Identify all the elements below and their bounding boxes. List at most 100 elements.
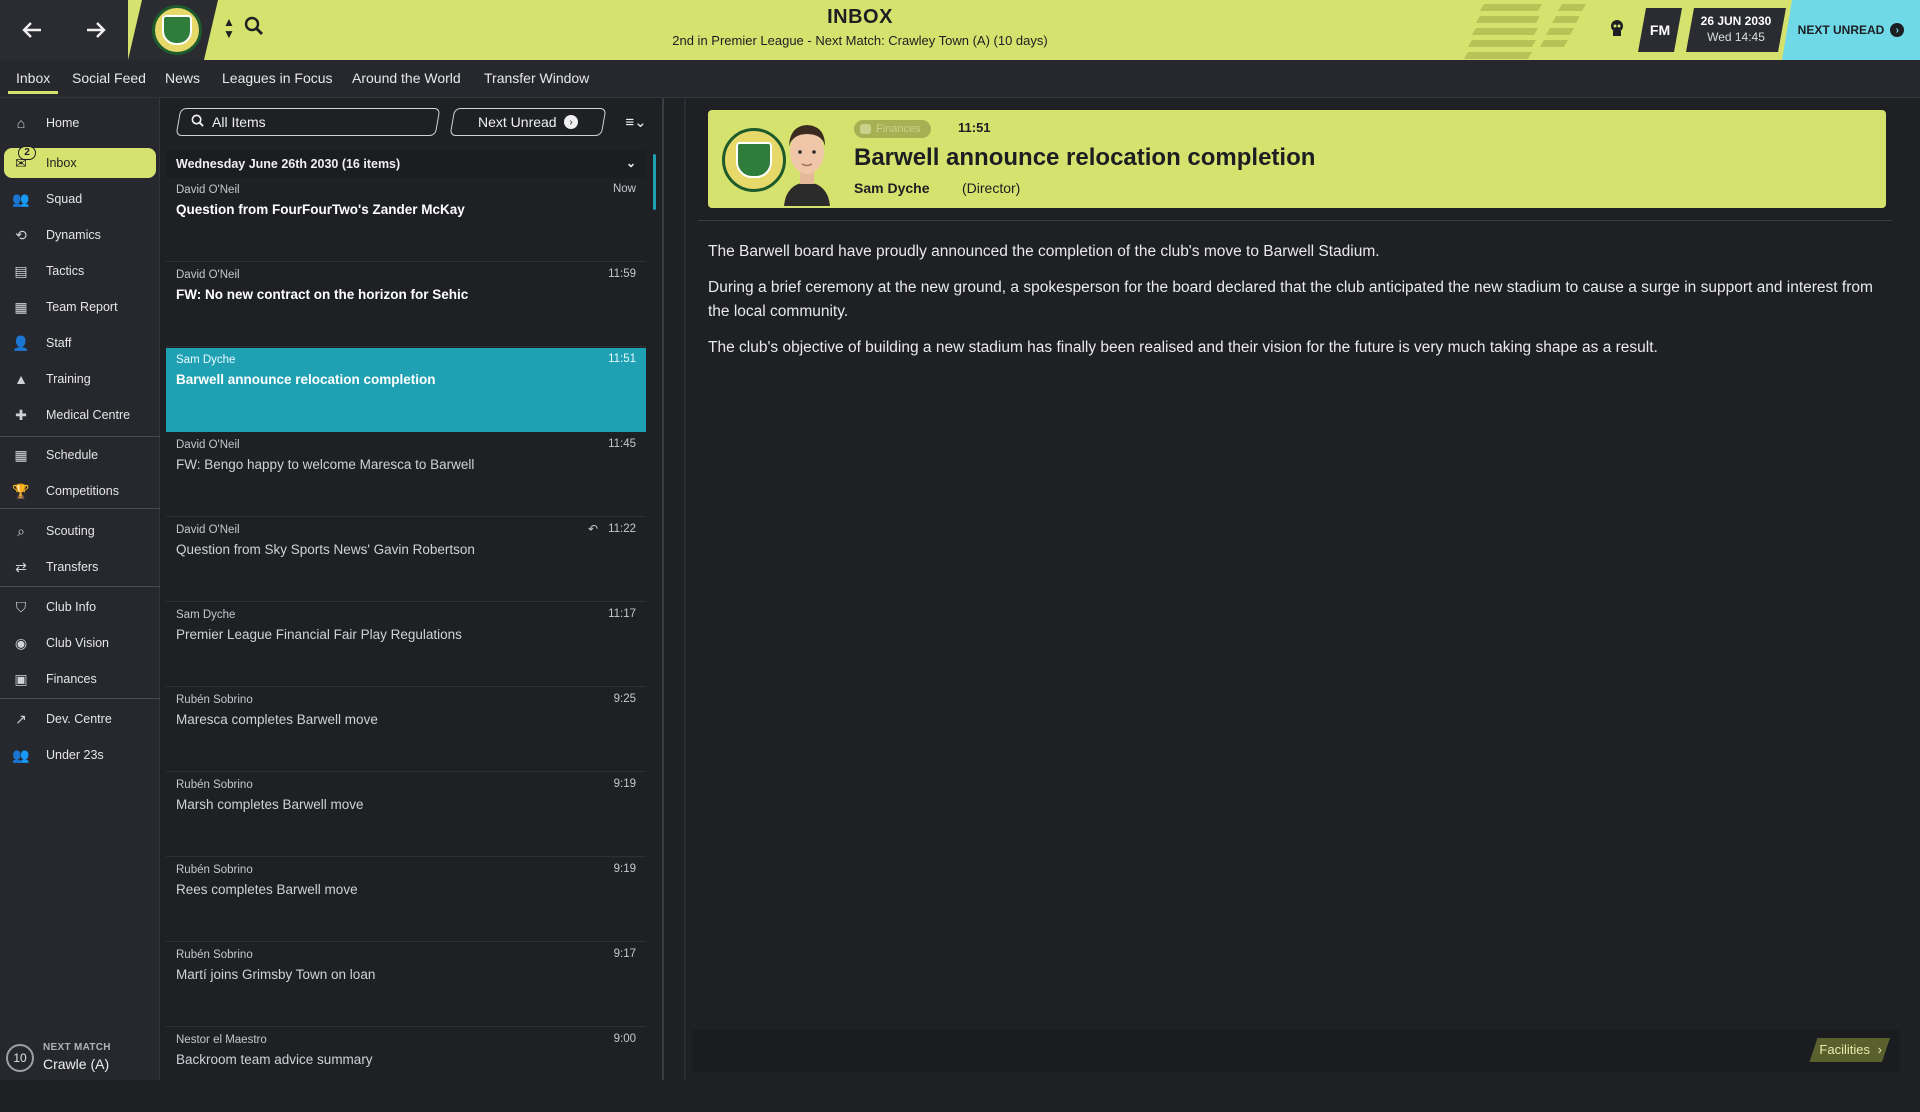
sidebar-item-label: Dev. Centre	[46, 712, 112, 726]
pane-divider[interactable]	[662, 98, 664, 1080]
list-item[interactable]: David O'Neil 11:45 FW: Bengo happy to we…	[166, 433, 646, 517]
sidebar-item-training[interactable]: ▲ Training	[4, 364, 156, 394]
next-match-widget[interactable]: 10 NEXT MATCH Crawle (A)	[6, 1040, 156, 1076]
tab-around-the-world[interactable]: Around the World	[352, 70, 461, 86]
nav-area	[0, 0, 128, 60]
tab-social-feed[interactable]: Social Feed	[72, 70, 146, 86]
message-subject: Barwell announce relocation completion	[176, 372, 436, 387]
sidebar-item-label: Finances	[46, 672, 97, 686]
list-options-icon[interactable]: ≡⌄	[616, 110, 656, 134]
message-sender: Rubén Sobrino	[176, 864, 253, 876]
tab-bar: Inbox Social Feed News Leagues in Focus …	[0, 60, 1920, 98]
sidebar-item-label: Scouting	[46, 524, 95, 538]
date-group-header[interactable]: Wednesday June 26th 2030 (16 items) ⌄	[166, 150, 646, 178]
chevron-down-icon[interactable]: ⌄	[626, 156, 636, 170]
sidebar-item-competitions[interactable]: 🏆 Competitions	[4, 476, 156, 506]
list-item[interactable]: David O'Neil 11:59 FW: No new contract o…	[166, 263, 646, 347]
message-title: Barwell announce relocation completion	[854, 144, 1316, 171]
sidebar-item-label: Medical Centre	[46, 408, 131, 422]
tab-leagues-in-focus[interactable]: Leagues in Focus	[222, 70, 333, 86]
forward-arrow-icon[interactable]	[78, 12, 114, 48]
sidebar-item-squad[interactable]: 👥 Squad	[4, 184, 156, 214]
back-arrow-icon[interactable]	[14, 12, 50, 48]
tab-news[interactable]: News	[165, 70, 200, 86]
sidebar-divider	[0, 508, 160, 509]
sidebar-divider	[0, 586, 160, 587]
sidebar-item-scouting[interactable]: ⌕ Scouting	[4, 516, 156, 546]
list-item[interactable]: David O'Neil Now Question from FourFourT…	[166, 178, 646, 262]
sidebar-item-label: Under 23s	[46, 748, 104, 762]
message-body: The Barwell board have proudly announced…	[708, 228, 1878, 360]
list-item[interactable]: David O'Neil ↶ 11:22 Question from Sky S…	[166, 518, 646, 602]
arrow-right-icon: ›	[1890, 23, 1905, 37]
list-item[interactable]: Rubén Sobrino 9:19 Marsh completes Barwe…	[166, 773, 646, 857]
message-sender: David O'Neil	[176, 184, 240, 196]
sidebar-item-label: Squad	[46, 192, 83, 206]
message-time: 9:19	[613, 778, 636, 790]
filter-label: All Items	[212, 114, 266, 130]
sidebar-item-club-info[interactable]: ⛉ Club Info	[4, 592, 156, 622]
sidebar-item-finances[interactable]: ▣ Finances	[4, 664, 156, 694]
sidebar-item-tactics[interactable]: ▤ Tactics	[4, 256, 156, 286]
date-display[interactable]: 26 JUN 2030 Wed 14:45	[1686, 8, 1786, 52]
sidebar-item-home[interactable]: ⌂ Home	[4, 108, 156, 138]
sidebar-item-staff[interactable]: 👤 Staff	[4, 328, 156, 358]
calendar-icon: ▦	[14, 446, 28, 463]
message-time: 11:45	[608, 438, 636, 450]
club-switch-icon[interactable]: ▲ ▼	[222, 16, 236, 40]
fm-menu-button[interactable]: FM	[1638, 8, 1682, 52]
list-item[interactable]: Sam Dyche 11:17 Premier League Financial…	[166, 603, 646, 687]
trophy-icon: 🏆	[12, 482, 30, 499]
filter-dropdown[interactable]: All Items	[175, 108, 441, 136]
next-unread-list-button[interactable]: Next Unread ›	[449, 108, 607, 136]
message-subject: FW: Bengo happy to welcome Maresca to Ba…	[176, 457, 475, 472]
next-unread-button[interactable]: NEXT UNREAD ›	[1782, 0, 1920, 60]
list-item[interactable]: Rubén Sobrino 9:25 Maresca completes Bar…	[166, 688, 646, 772]
list-item[interactable]: Rubén Sobrino 9:17 Martí joins Grimsby T…	[166, 943, 646, 1027]
list-item[interactable]: Sam Dyche 11:51 Barwell announce relocat…	[166, 348, 646, 432]
club-crest-icon[interactable]	[152, 5, 202, 55]
sender-avatar[interactable]	[778, 114, 836, 206]
sidebar-item-label: Training	[46, 372, 91, 386]
sidebar-item-label: Home	[46, 116, 80, 130]
search-icon: ⌕	[17, 522, 25, 539]
sidebar-item-transfers[interactable]: ⇄ Transfers	[4, 552, 156, 582]
tab-inbox[interactable]: Inbox	[7, 70, 59, 94]
sidebar-item-medical-centre[interactable]: ✚ Medical Centre	[4, 400, 156, 430]
tab-transfer-window[interactable]: Transfer Window	[484, 70, 589, 86]
sidebar-item-schedule[interactable]: ▦ Schedule	[4, 440, 156, 470]
body-paragraph: The club's objective of building a new s…	[708, 339, 1658, 356]
sidebar-item-inbox[interactable]: ✉ 2 Inbox	[4, 146, 156, 178]
message-subject: Premier League Financial Fair Play Regul…	[176, 627, 462, 642]
vision-icon: ◉	[14, 634, 28, 651]
sidebar-item-under-23s[interactable]: 👥 Under 23s	[4, 740, 156, 770]
dynamics-icon: ⟲	[15, 226, 27, 243]
list-item[interactable]: Nestor el Maestro 9:00 Backroom team adv…	[166, 1028, 646, 1112]
training-icon: ▲	[14, 371, 28, 387]
sidebar-item-team-report[interactable]: ▦ Team Report	[4, 292, 156, 322]
support-icon[interactable]	[1607, 18, 1629, 40]
page-subtitle: 2nd in Premier League - Next Match: Craw…	[672, 33, 1048, 48]
date-group-title: Wednesday June 26th 2030 (16 items)	[176, 157, 401, 171]
message-sender-link[interactable]: Sam Dyche	[854, 180, 929, 196]
youth-icon: 👥	[12, 746, 30, 763]
message-time: 9:19	[613, 863, 636, 875]
sidebar-item-label: Inbox	[46, 156, 77, 170]
facilities-button[interactable]: Facilities ›	[1809, 1038, 1890, 1062]
sidebar-item-dynamics[interactable]: ⟲ Dynamics	[4, 220, 156, 250]
scrollbar[interactable]	[653, 154, 656, 210]
tactics-icon: ▤	[14, 262, 28, 279]
sidebar-item-club-vision[interactable]: ◉ Club Vision	[4, 628, 156, 658]
club-crest-area[interactable]	[128, 0, 218, 60]
sidebar-item-dev-centre[interactable]: ↗ Dev. Centre	[4, 704, 156, 734]
home-icon: ⌂	[16, 115, 26, 131]
search-icon[interactable]	[244, 16, 268, 40]
medical-icon: ✚	[15, 406, 27, 423]
pane-border	[684, 98, 686, 1080]
development-icon: ↗	[15, 710, 27, 727]
message-time: 9:00	[613, 1033, 636, 1045]
message-subject: Martí joins Grimsby Town on loan	[176, 967, 376, 982]
squad-icon: 👥	[12, 190, 30, 207]
list-item[interactable]: Rubén Sobrino 9:19 Rees completes Barwel…	[166, 858, 646, 942]
transfer-icon: ⇄	[15, 558, 27, 575]
